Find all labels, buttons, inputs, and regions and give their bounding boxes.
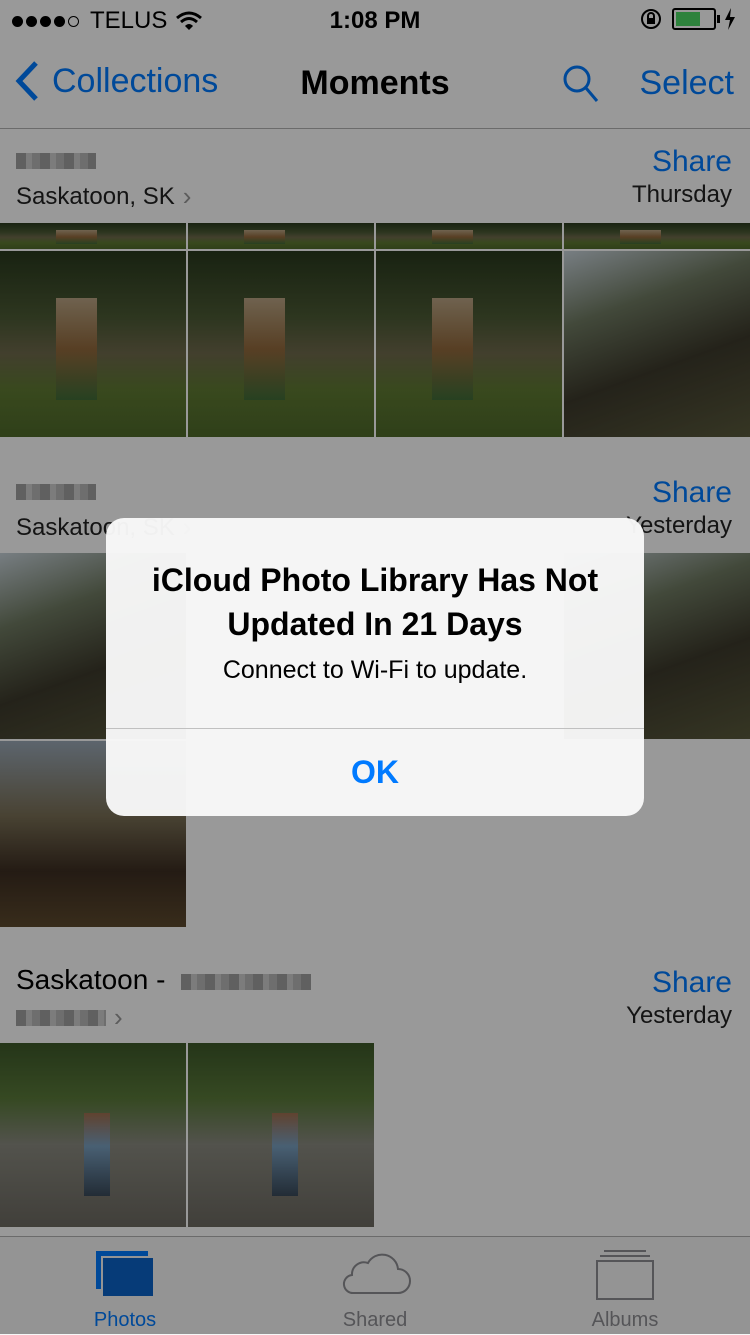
alert-message: Connect to Wi-Fi to update. <box>222 656 528 684</box>
alert-dialog: iCloud Photo Library Has Not Updated In … <box>106 518 644 816</box>
ok-button[interactable]: OK <box>106 729 644 816</box>
alert-title: iCloud Photo Library Has Not Updated In … <box>151 562 599 642</box>
